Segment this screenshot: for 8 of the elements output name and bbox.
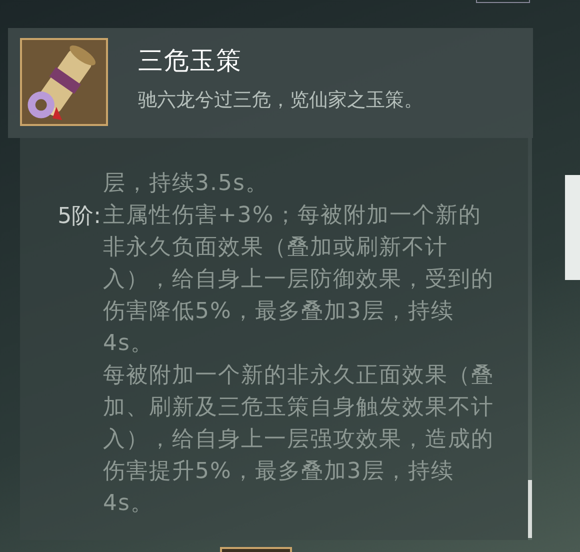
effect-text: 主属性伤害+3%；每被附加一个新的非永久负面效果（叠加或刷新不计入），给自身上一层防御效果，受到的伤害降低5%，最多叠加3层，持续4s。	[103, 202, 495, 358]
item-flavor-text: 驰六龙兮过三危，览仙家之玉策。	[138, 88, 423, 112]
effect-text: 层，持续3.5s。	[103, 170, 270, 198]
tier-label: 5阶:	[56, 203, 102, 231]
scroll-icon	[20, 38, 108, 126]
scroll-thumb[interactable]	[528, 480, 532, 538]
effect-text: 每被附加一个新的非永久正面效果（叠加、刷新及三危玉策自身触发效果不计入），给自身上一层强攻效果，造成的伤害提升5%，最多叠加3层，持续4s。	[103, 362, 495, 518]
item-name: 三危玉策	[138, 45, 243, 77]
